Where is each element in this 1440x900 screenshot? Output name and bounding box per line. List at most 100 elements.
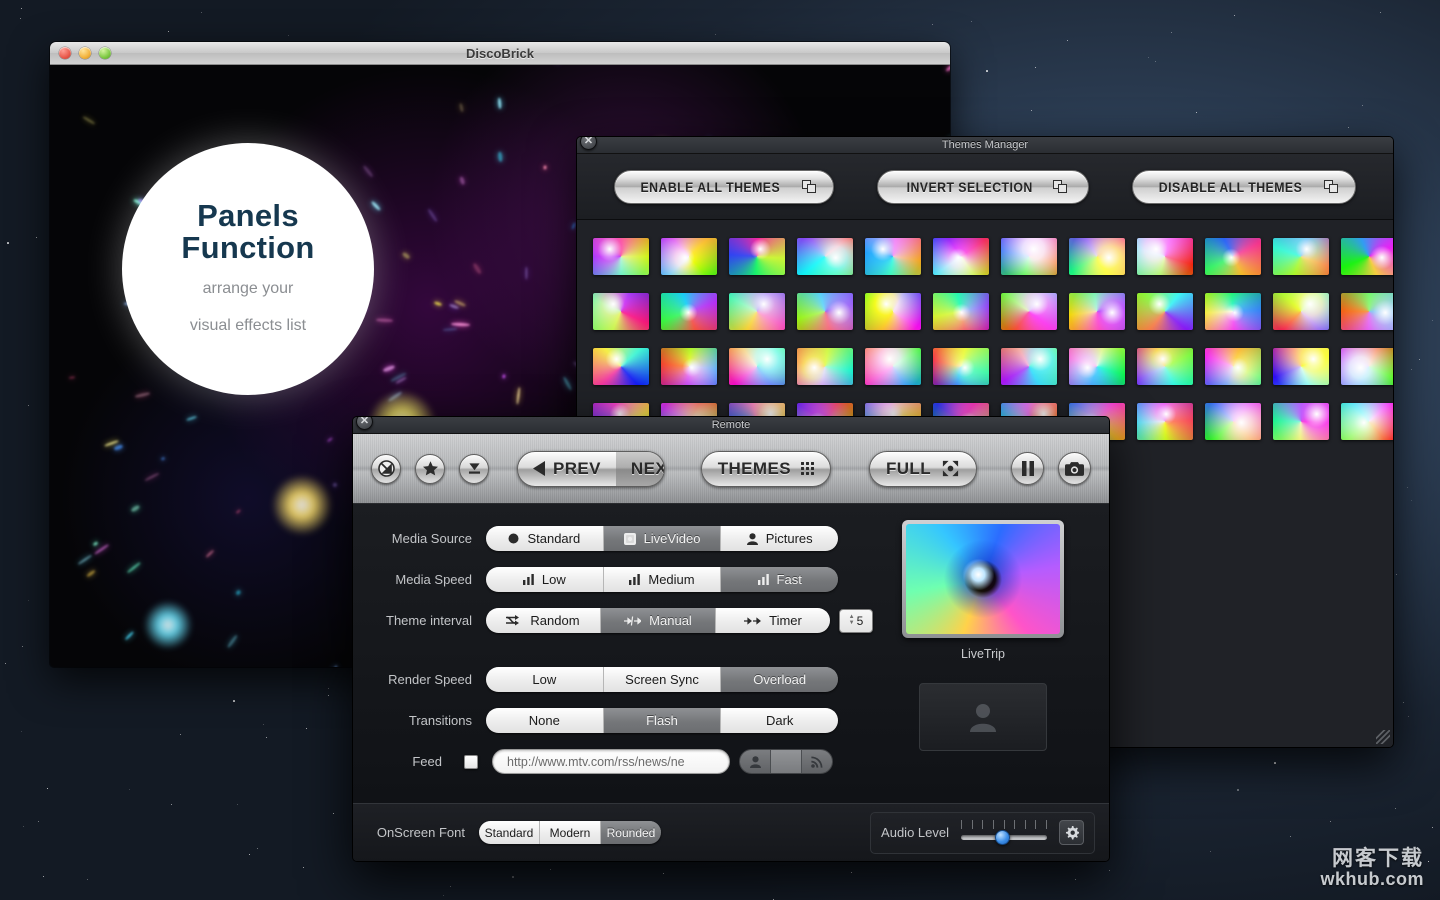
slider-knob[interactable] bbox=[995, 830, 1010, 845]
theme-thumbnail[interactable] bbox=[1273, 238, 1329, 275]
theme-thumbnail[interactable] bbox=[593, 238, 649, 275]
theme-thumbnail[interactable] bbox=[1137, 293, 1193, 330]
slider-tick bbox=[961, 820, 962, 829]
prev-button[interactable]: PREV bbox=[518, 452, 616, 486]
secondary-preview-frame[interactable] bbox=[919, 683, 1047, 751]
theme-thumbnail[interactable] bbox=[1273, 348, 1329, 385]
themes-manager-titlebar[interactable]: ✕ Themes Manager bbox=[577, 137, 1393, 154]
no-entry-button[interactable] bbox=[371, 454, 401, 484]
theme-thumbnail[interactable] bbox=[865, 293, 921, 330]
theme-thumbnail[interactable] bbox=[797, 238, 853, 275]
slider-tick bbox=[993, 820, 994, 829]
copy-icon bbox=[802, 180, 817, 194]
stepper-arrows[interactable]: ▲ ▼ bbox=[849, 615, 855, 626]
main-window-titlebar[interactable]: DiscoBrick bbox=[50, 42, 950, 65]
theme-thumbnail[interactable] bbox=[1341, 403, 1393, 440]
audio-level-slider[interactable] bbox=[961, 820, 1047, 846]
segment-low[interactable]: Low bbox=[486, 667, 604, 692]
theme-thumbnail[interactable] bbox=[661, 293, 717, 330]
theme-thumbnail[interactable] bbox=[1069, 238, 1125, 275]
snapshot-button[interactable] bbox=[1058, 452, 1091, 485]
segment-random[interactable]: Random bbox=[486, 608, 601, 633]
theme-thumbnail[interactable] bbox=[661, 348, 717, 385]
audio-level-label: Audio Level bbox=[881, 825, 949, 840]
theme-thumbnail[interactable] bbox=[797, 293, 853, 330]
resize-grip[interactable] bbox=[1376, 730, 1390, 744]
segment-screen-sync[interactable]: Screen Sync bbox=[604, 667, 722, 692]
feed-blank-segment[interactable] bbox=[771, 750, 802, 773]
segment-pictures[interactable]: Pictures bbox=[721, 526, 838, 551]
theme-thumbnail[interactable] bbox=[729, 238, 785, 275]
themes-button[interactable]: THEMES bbox=[701, 451, 831, 487]
theme-thumbnail[interactable] bbox=[933, 238, 989, 275]
remote-titlebar[interactable]: ✕ Remote bbox=[353, 417, 1109, 434]
settings-row: Media Speed Low Medium Fast bbox=[361, 559, 873, 600]
theme-thumbnail[interactable] bbox=[797, 348, 853, 385]
segment-label: Overload bbox=[753, 672, 806, 687]
copy-icon bbox=[1053, 180, 1068, 194]
feed-checkbox[interactable] bbox=[464, 755, 478, 769]
theme-thumbnail[interactable] bbox=[661, 238, 717, 275]
segment-none[interactable]: None bbox=[486, 708, 604, 733]
font-segment-standard[interactable]: Standard bbox=[479, 821, 540, 844]
theme-interval-stepper[interactable]: ▲ ▼ 5 bbox=[839, 609, 873, 633]
segment-low[interactable]: Low bbox=[486, 567, 604, 592]
invert-selection-button[interactable]: INVERT SELECTION bbox=[877, 170, 1089, 204]
theme-thumbnail[interactable] bbox=[1001, 348, 1057, 385]
segment-dark[interactable]: Dark bbox=[721, 708, 838, 733]
theme-thumbnail[interactable] bbox=[865, 348, 921, 385]
theme-thumbnail[interactable] bbox=[1205, 348, 1261, 385]
segment-overload[interactable]: Overload bbox=[721, 667, 838, 692]
theme-preview-image bbox=[906, 524, 1060, 634]
theme-thumbnail[interactable] bbox=[1205, 293, 1261, 330]
theme-thumbnail[interactable] bbox=[1273, 293, 1329, 330]
audio-settings-button[interactable] bbox=[1059, 820, 1084, 845]
theme-thumbnail[interactable] bbox=[729, 293, 785, 330]
theme-thumbnail[interactable] bbox=[1341, 348, 1393, 385]
theme-thumbnail[interactable] bbox=[1205, 403, 1261, 440]
segment-timer[interactable]: Timer bbox=[716, 608, 830, 633]
theme-thumbnail[interactable] bbox=[1341, 238, 1393, 275]
feed-person-segment[interactable] bbox=[740, 750, 771, 773]
theme-thumbnail[interactable] bbox=[1069, 348, 1125, 385]
theme-thumbnail[interactable] bbox=[1137, 348, 1193, 385]
favorites-button[interactable] bbox=[415, 454, 445, 484]
segment-manual[interactable]: Manual bbox=[601, 608, 716, 633]
segment-livevideo[interactable]: LiveVideo bbox=[604, 526, 722, 551]
segment-medium[interactable]: Medium bbox=[604, 567, 722, 592]
segment-flash[interactable]: Flash bbox=[604, 708, 722, 733]
font-segment-modern[interactable]: Modern bbox=[540, 821, 601, 844]
pause-button[interactable] bbox=[1011, 452, 1044, 485]
theme-thumbnail[interactable] bbox=[1001, 293, 1057, 330]
theme-thumbnail[interactable] bbox=[933, 348, 989, 385]
remote-window: ✕ Remote PREV NE THEMES FULL Media Sourc… bbox=[352, 416, 1110, 862]
theme-thumbnail[interactable] bbox=[593, 348, 649, 385]
theme-thumbnail[interactable] bbox=[1205, 238, 1261, 275]
feed-url-input[interactable]: http://www.mtv.com/rss/news/ne bbox=[492, 749, 730, 774]
next-button[interactable]: NEXT bbox=[616, 452, 665, 486]
theme-thumbnail[interactable] bbox=[865, 238, 921, 275]
full-screen-button[interactable]: FULL bbox=[869, 451, 977, 487]
camera-icon bbox=[1065, 461, 1084, 477]
slider-tick bbox=[1025, 820, 1026, 829]
settings-row-label: Media Speed bbox=[361, 572, 486, 587]
theme-thumbnail[interactable] bbox=[729, 348, 785, 385]
feed-rss-segment[interactable] bbox=[802, 750, 832, 773]
theme-thumbnail[interactable] bbox=[1137, 403, 1193, 440]
segment-fast[interactable]: Fast bbox=[721, 567, 838, 592]
font-segment-rounded[interactable]: Rounded bbox=[601, 821, 661, 844]
bars-icon bbox=[629, 574, 640, 585]
theme-preview-frame[interactable] bbox=[902, 520, 1064, 638]
enable-all-themes-button[interactable]: ENABLE ALL THEMES bbox=[614, 170, 834, 204]
theme-thumbnail[interactable] bbox=[1001, 238, 1057, 275]
segment-standard[interactable]: Standard bbox=[486, 526, 604, 551]
disable-all-themes-button[interactable]: DISABLE ALL THEMES bbox=[1132, 170, 1356, 204]
theme-thumbnail[interactable] bbox=[933, 293, 989, 330]
segmented-control-media-source: Standard LiveVideo Pictures bbox=[486, 526, 838, 551]
theme-thumbnail[interactable] bbox=[1137, 238, 1193, 275]
theme-thumbnail[interactable] bbox=[1341, 293, 1393, 330]
theme-thumbnail[interactable] bbox=[1069, 293, 1125, 330]
eject-down-button[interactable] bbox=[459, 454, 489, 484]
theme-thumbnail[interactable] bbox=[593, 293, 649, 330]
theme-thumbnail[interactable] bbox=[1273, 403, 1329, 440]
